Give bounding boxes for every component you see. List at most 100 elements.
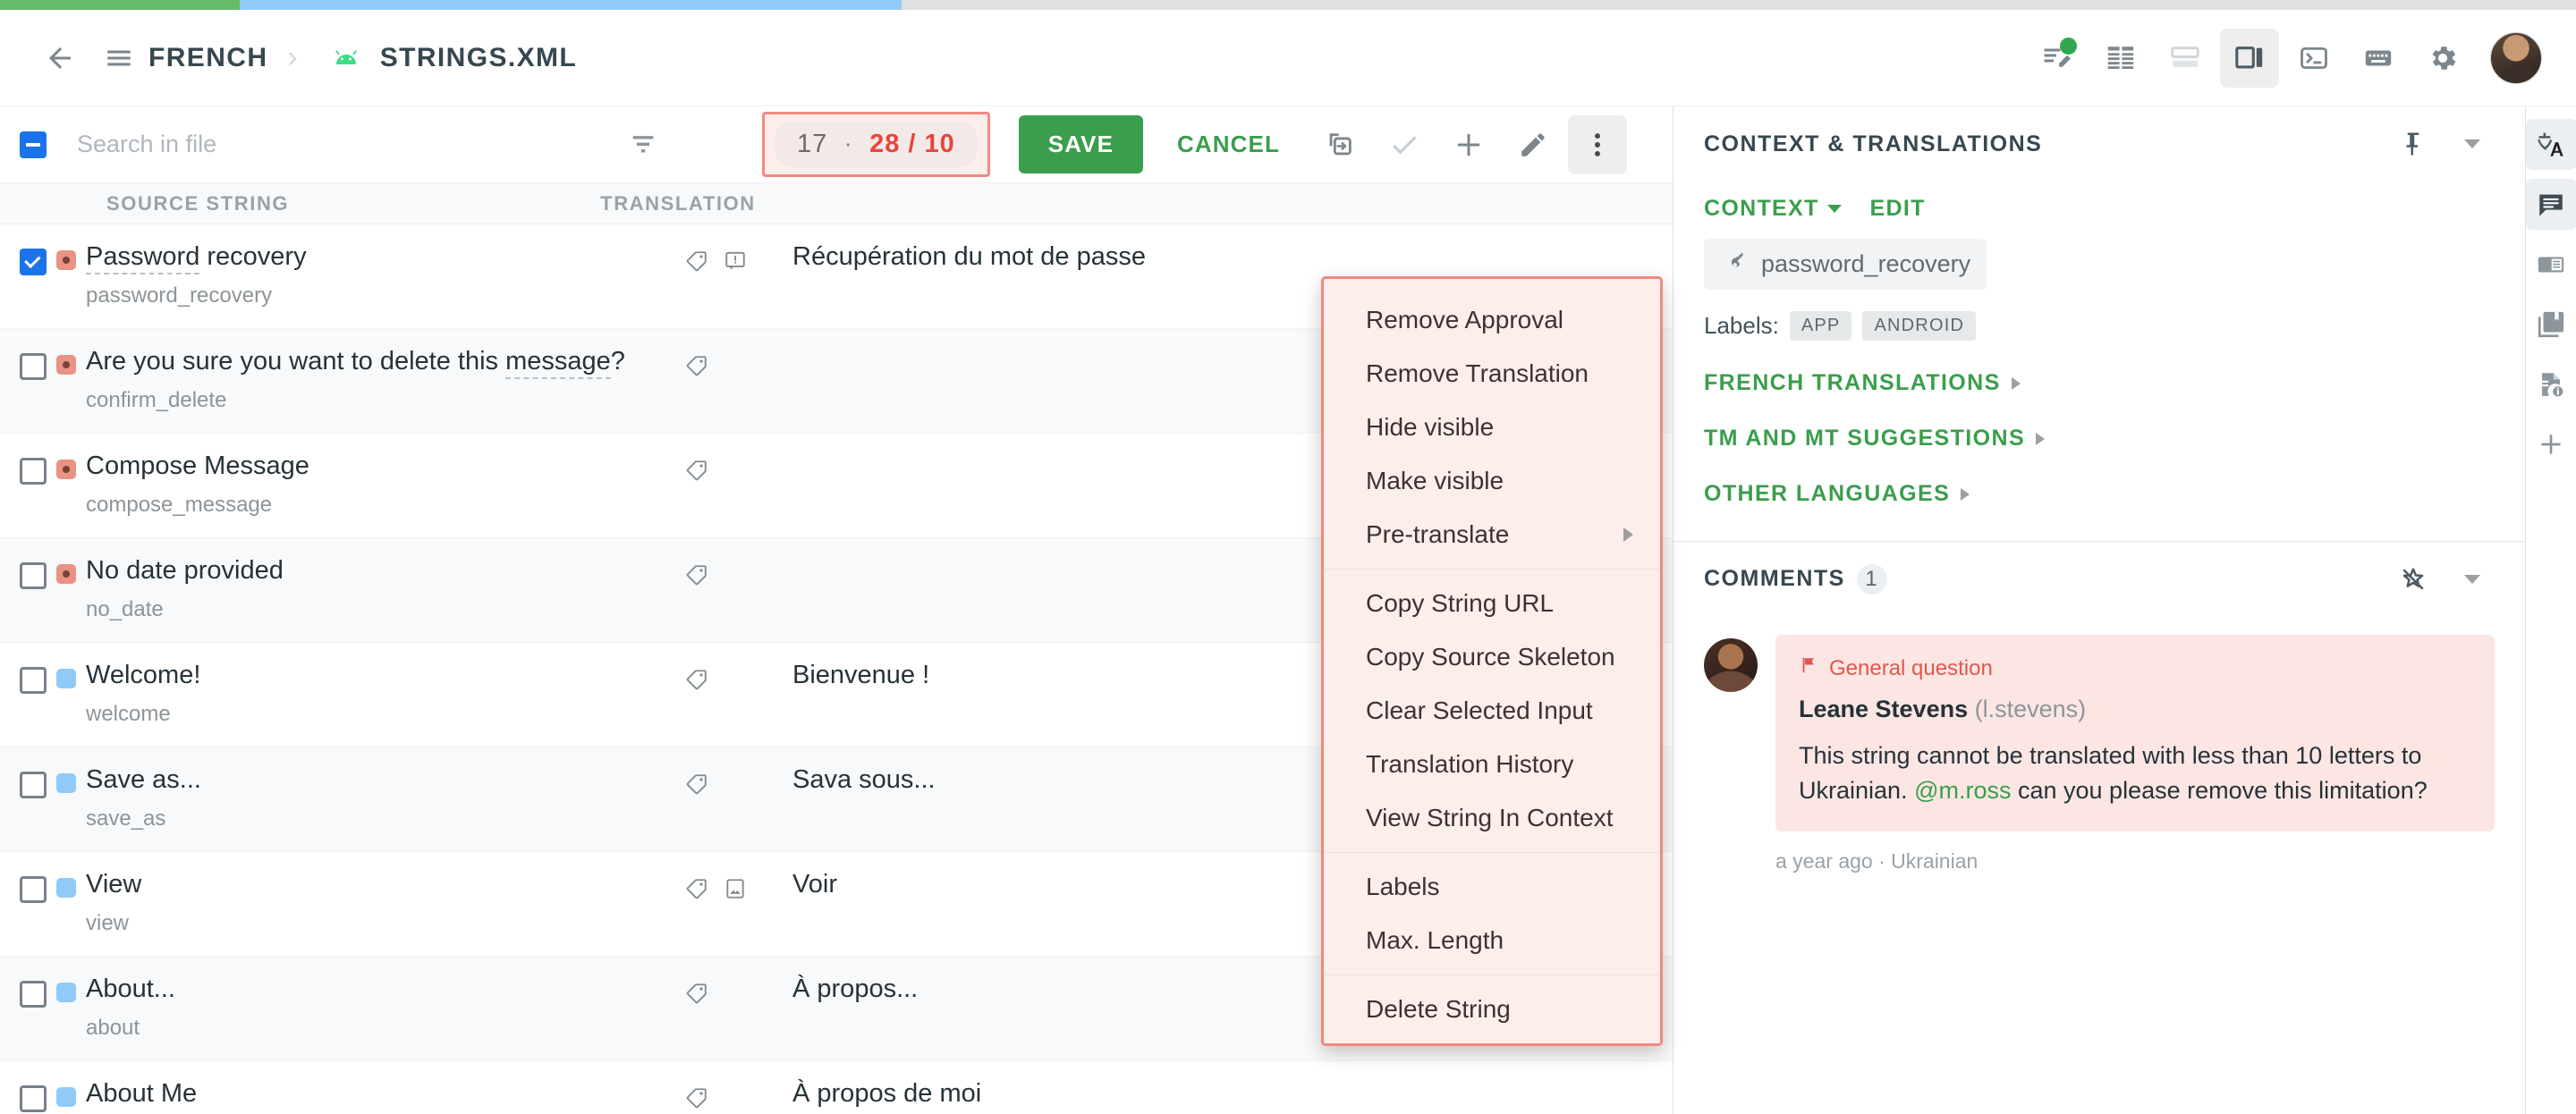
tag-icon[interactable] (685, 563, 708, 591)
string-key-chip[interactable]: password_recovery (1704, 239, 1987, 290)
section-label: TM AND MT SUGGESTIONS (1704, 426, 2026, 451)
screenshot-icon[interactable] (724, 877, 747, 905)
section-french-translations[interactable]: FRENCH TRANSLATIONS (1704, 370, 2495, 396)
more-vert-icon[interactable] (1567, 114, 1627, 174)
menu-item-translation-history[interactable]: Translation History (1324, 738, 1660, 791)
source-string-text: About Me (86, 1079, 198, 1108)
comment-mention[interactable]: @m.ross (1914, 777, 2011, 804)
hamburger-menu-icon[interactable] (89, 29, 148, 88)
translation-cell[interactable]: Bienvenue ! (792, 643, 929, 747)
source-cell: Compose Message compose_message (86, 434, 685, 537)
pencil-icon[interactable] (1504, 115, 1563, 174)
row-checkbox[interactable] (20, 249, 47, 275)
tag-icon[interactable] (685, 354, 708, 382)
source-string-text: Are you sure you want to delete this mes… (86, 345, 685, 379)
copy-to-icon[interactable] (1310, 115, 1369, 174)
translation-cell[interactable]: Sava sous... (792, 747, 936, 851)
row-icon-group (685, 224, 792, 328)
menu-section: Copy String URL Copy Source Skeleton Clear… (1324, 570, 1660, 853)
row-checkbox[interactable] (20, 562, 47, 589)
row-checkbox[interactable] (20, 1085, 47, 1112)
keyboard-icon[interactable] (2349, 29, 2408, 88)
row-checkbox[interactable] (20, 353, 47, 380)
grid-toolbar: 17 · 28 / 10 SAVE CANCEL (0, 106, 1673, 182)
menu-item-make-visible[interactable]: Make visible (1324, 454, 1660, 508)
menu-item-delete-string[interactable]: Delete String (1324, 983, 1660, 1036)
menu-item-copy-source-skeleton[interactable]: Copy Source Skeleton (1324, 630, 1660, 684)
vertical-split-icon[interactable] (2220, 28, 2279, 88)
edit-notes-icon[interactable] (2027, 29, 2086, 88)
source-cell: Save as... save_as (86, 747, 685, 851)
context-collapse-chevron-down-icon[interactable] (2443, 114, 2502, 173)
pin-icon[interactable] (2384, 114, 2443, 173)
section-label: FRENCH TRANSLATIONS (1704, 370, 2001, 395)
plus-icon[interactable] (1439, 115, 1498, 174)
comment-alert-icon[interactable] (724, 249, 747, 277)
tag-icon[interactable] (685, 772, 708, 800)
menu-item-copy-string-url[interactable]: Copy String URL (1324, 577, 1660, 630)
label-chip[interactable]: APP (1789, 311, 1852, 341)
save-button[interactable]: SAVE (1018, 115, 1144, 173)
menu-item-clear-selected-input[interactable]: Clear Selected Input (1324, 684, 1660, 738)
source-string-key: view (86, 911, 130, 936)
file-info-icon[interactable] (2526, 359, 2576, 409)
row-checkbox[interactable] (20, 667, 47, 694)
breadcrumb-language[interactable]: FRENCH (148, 43, 267, 73)
chevron-right-icon (2011, 376, 2021, 390)
translation-cell[interactable]: À propos... (792, 957, 918, 1060)
plus-icon[interactable] (2526, 418, 2576, 469)
menu-item-labels[interactable]: Labels (1324, 860, 1660, 914)
source-string-key: about (86, 1016, 140, 1041)
translation-cell[interactable]: À propos de moi (792, 1061, 981, 1114)
screenshots-library-icon[interactable] (2526, 299, 2576, 350)
breadcrumb-file[interactable]: STRINGS.XML (380, 43, 577, 73)
menu-item-hide-visible[interactable]: Hide visible (1324, 401, 1660, 454)
section-other-languages[interactable]: OTHER LANGUAGES (1704, 481, 2495, 507)
tag-icon[interactable] (685, 249, 708, 277)
status-dot-red (56, 564, 76, 584)
row-checkbox[interactable] (20, 772, 47, 798)
comments-collapse-chevron-down-icon[interactable] (2443, 550, 2502, 609)
row-checkbox[interactable] (20, 981, 47, 1008)
menu-item-remove-translation[interactable]: Remove Translation (1324, 347, 1660, 401)
section-tm-mt-suggestions[interactable]: TM AND MT SUGGESTIONS (1704, 426, 2495, 452)
row-checkbox[interactable] (20, 458, 47, 485)
horizontal-split-icon[interactable] (2156, 29, 2215, 88)
gear-icon[interactable] (2413, 29, 2472, 88)
search-input[interactable] (77, 131, 506, 158)
terminal-icon[interactable] (2284, 29, 2343, 88)
tab-edit[interactable]: EDIT (1870, 196, 1926, 222)
select-all-checkbox[interactable] (20, 131, 47, 158)
cancel-button[interactable]: CANCEL (1159, 115, 1298, 173)
row-checkbox[interactable] (20, 876, 47, 903)
menu-item-view-string-in-context[interactable]: View String In Context (1324, 791, 1660, 845)
tag-icon[interactable] (685, 1086, 708, 1114)
check-icon[interactable] (1375, 115, 1434, 174)
filter-icon[interactable] (614, 115, 673, 174)
table-row[interactable]: About Meabout_me À propos de moi (0, 1061, 1673, 1114)
tag-icon[interactable] (685, 668, 708, 696)
table-layout-icon[interactable] (2091, 29, 2150, 88)
label-chip[interactable]: ANDROID (1862, 311, 1977, 341)
grid-column-headers: SOURCE STRING TRANSLATION (0, 182, 1673, 224)
source-string-text: View (86, 870, 142, 899)
comment-icon[interactable] (2525, 179, 2576, 230)
menu-item-pre-translate[interactable]: Pre-translate (1324, 508, 1660, 561)
tab-context[interactable]: CONTEXT (1704, 196, 1842, 222)
menu-item-max-length[interactable]: Max. Length (1324, 914, 1660, 967)
panel-layout-icon[interactable] (2526, 239, 2576, 290)
unstar-icon[interactable] (2384, 550, 2443, 609)
status-dot-blue (56, 878, 76, 898)
menu-item-remove-approval[interactable]: Remove Approval (1324, 293, 1660, 347)
user-avatar[interactable] (2490, 31, 2542, 84)
status-dot-blue (56, 983, 76, 1002)
tag-icon[interactable] (685, 877, 708, 905)
back-arrow-icon[interactable] (30, 29, 89, 88)
translate-icon[interactable] (2525, 119, 2576, 170)
row-status-cell (47, 329, 86, 433)
tag-icon[interactable] (685, 982, 708, 1009)
tag-icon[interactable] (685, 459, 708, 486)
translation-cell[interactable]: Récupération du mot de passe (792, 224, 1146, 328)
translation-cell[interactable]: Voir (792, 852, 837, 956)
comment-card[interactable]: General question Leane Stevens (l.steven… (1775, 635, 2495, 832)
